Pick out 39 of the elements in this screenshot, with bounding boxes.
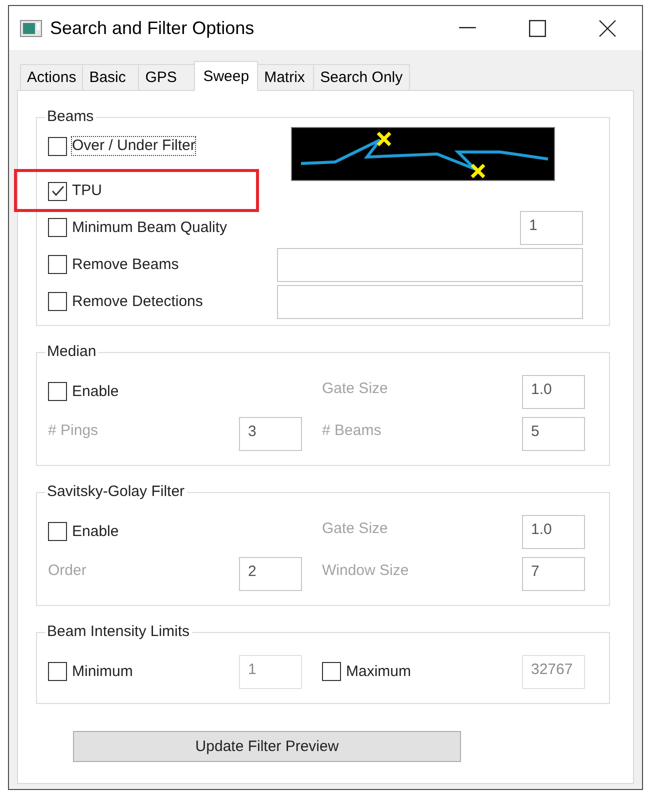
- maximize-icon: [528, 20, 546, 36]
- minimize-icon: [458, 27, 476, 29]
- field-label: Order: [48, 562, 86, 580]
- checkbox-label[interactable]: Minimum Beam Quality: [72, 218, 228, 236]
- tab[interactable]: Sweep: [194, 61, 258, 91]
- checkbox[interactable]: [48, 136, 67, 156]
- checkbox-label[interactable]: Remove Beams: [72, 256, 179, 274]
- checkbox[interactable]: [48, 218, 67, 237]
- checkbox[interactable]: [48, 182, 67, 200]
- checkmark-icon: [52, 186, 64, 196]
- checkbox[interactable]: [48, 522, 67, 541]
- checkbox[interactable]: [48, 382, 67, 401]
- group-title: Beam Intensity Limits: [46, 623, 191, 641]
- cross-marker-icon: [470, 163, 486, 179]
- field-label: # Pings: [48, 422, 98, 440]
- number-field[interactable]: 1: [520, 210, 583, 244]
- text-field[interactable]: [277, 284, 583, 318]
- field-label: Gate Size: [322, 380, 388, 398]
- checkbox-label[interactable]: Over / Under Filter: [72, 137, 196, 155]
- cross-marker-icon: [376, 131, 392, 147]
- checkbox[interactable]: [48, 255, 67, 274]
- update-preview-button[interactable]: Update Filter Preview: [73, 731, 461, 762]
- tab[interactable]: Search Only: [313, 64, 410, 90]
- close-icon: [598, 20, 616, 36]
- tab[interactable]: Actions: [20, 64, 84, 90]
- checkbox-label[interactable]: Remove Detections: [72, 292, 203, 310]
- window-title: Search and Filter Options: [50, 17, 254, 39]
- checkbox[interactable]: [48, 292, 67, 311]
- checkbox-label[interactable]: TPU: [72, 182, 102, 200]
- field-label: Window Size: [322, 562, 409, 580]
- field-label: Gate Size: [322, 520, 388, 538]
- field-label: # Beams: [322, 422, 382, 440]
- checkbox-label[interactable]: Enable: [72, 522, 119, 540]
- checkbox-label[interactable]: Enable: [72, 382, 119, 400]
- app-icon: [20, 20, 42, 36]
- group-title: Savitsky-Golay Filter: [46, 483, 186, 501]
- group-title: Beams: [46, 108, 95, 126]
- group-title: Median: [46, 343, 98, 361]
- text-field[interactable]: [277, 248, 583, 282]
